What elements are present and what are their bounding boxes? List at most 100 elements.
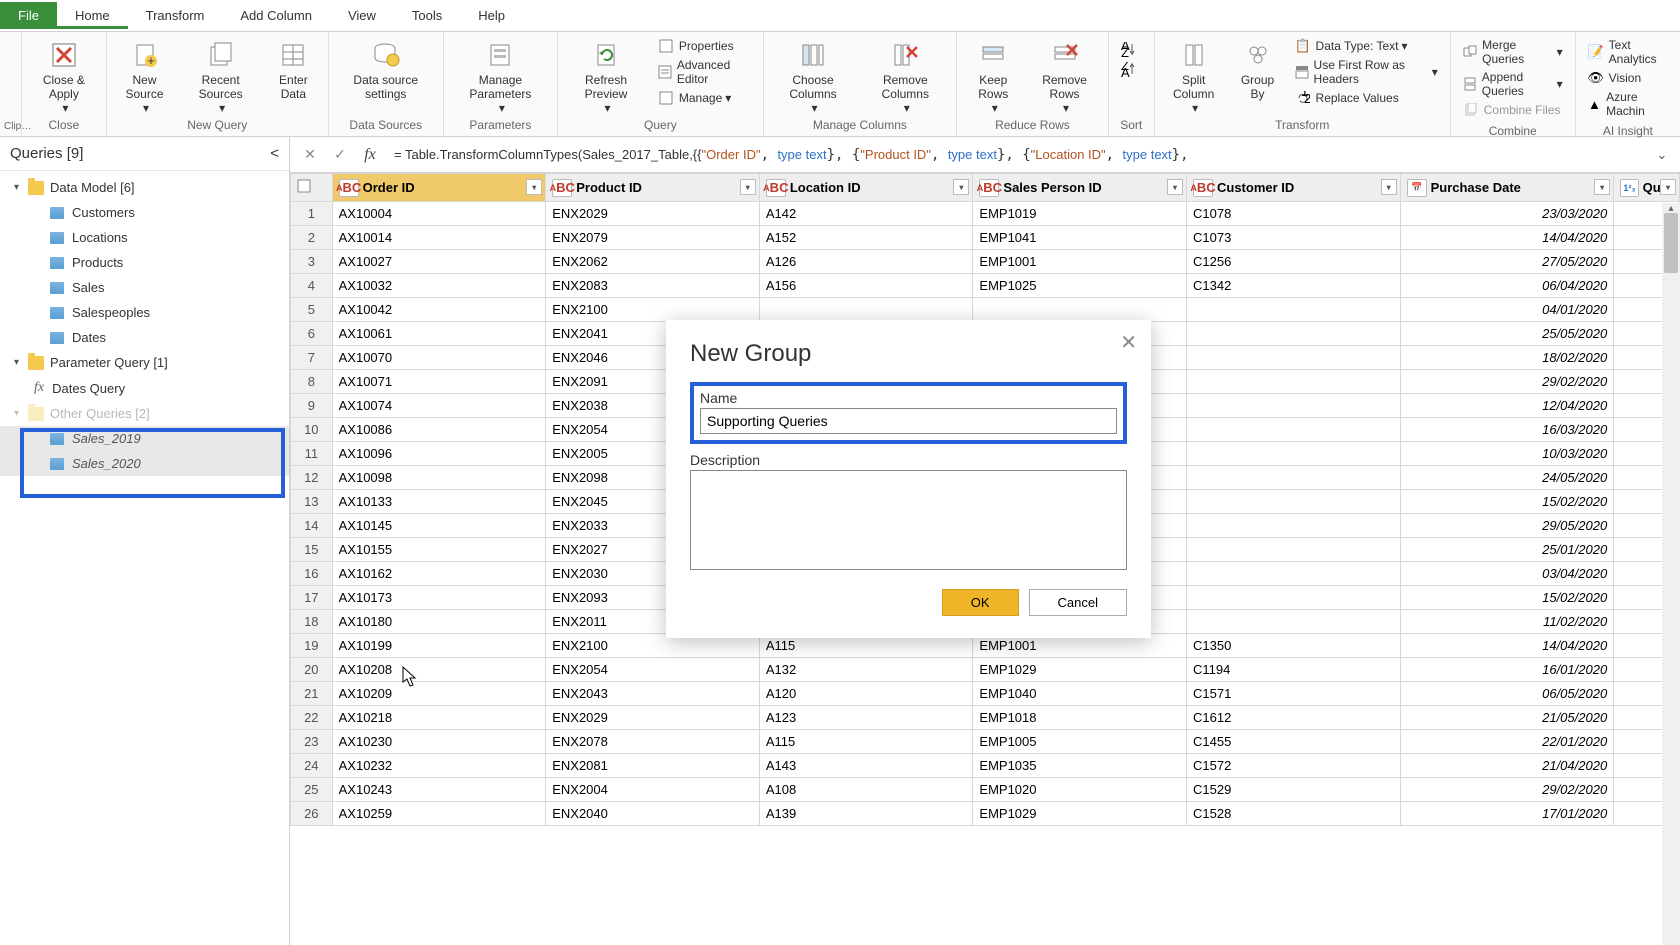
row-number[interactable]: 10 xyxy=(291,418,333,442)
row-number[interactable]: 5 xyxy=(291,298,333,322)
column-header[interactable]: 📅Purchase Date▾ xyxy=(1400,174,1614,202)
new-source-button[interactable]: +New Source▾ xyxy=(111,34,179,116)
tab-view[interactable]: View xyxy=(330,2,394,29)
cell[interactable]: AX10096 xyxy=(332,442,546,466)
cell[interactable]: C1572 xyxy=(1187,754,1401,778)
filter-button[interactable]: ▾ xyxy=(526,179,542,195)
cell[interactable]: C1350 xyxy=(1187,634,1401,658)
table-row[interactable]: 4AX10032ENX2083A156EMP1025C134206/04/202… xyxy=(291,274,1680,298)
row-number[interactable]: 11 xyxy=(291,442,333,466)
recent-sources-button[interactable]: Recent Sources▾ xyxy=(178,34,263,116)
remove-rows-button[interactable]: Remove Rows▾ xyxy=(1025,34,1103,116)
cell[interactable]: A142 xyxy=(759,202,973,226)
cell[interactable]: EMP1029 xyxy=(973,658,1187,682)
cell[interactable]: C1194 xyxy=(1187,658,1401,682)
select-all-corner[interactable] xyxy=(291,174,333,202)
formula-text[interactable]: = Table.TransformColumnTypes(Sales_2017_… xyxy=(388,147,1652,163)
cell[interactable]: AX10004 xyxy=(332,202,546,226)
row-number[interactable]: 4 xyxy=(291,274,333,298)
tree-item[interactable]: Sales xyxy=(0,275,289,300)
cell[interactable]: 29/02/2020 xyxy=(1400,778,1614,802)
tree-group-datamodel[interactable]: ▾Data Model [6] xyxy=(0,175,289,200)
filter-button[interactable]: ▾ xyxy=(1594,179,1610,195)
cell[interactable]: 11/02/2020 xyxy=(1400,610,1614,634)
filter-button[interactable]: ▾ xyxy=(1381,179,1397,195)
cell[interactable]: 15/02/2020 xyxy=(1400,586,1614,610)
tab-home[interactable]: Home xyxy=(57,2,128,29)
sort-asc-button[interactable]: AZ xyxy=(1117,40,1146,60)
table-row[interactable]: 22AX10218ENX2029A123EMP1018C161221/05/20… xyxy=(291,706,1680,730)
tab-file[interactable]: File xyxy=(0,2,57,29)
cell[interactable]: AX10209 xyxy=(332,682,546,706)
vertical-scrollbar[interactable]: ▴ xyxy=(1662,203,1680,945)
cell[interactable]: AX10243 xyxy=(332,778,546,802)
row-number[interactable]: 7 xyxy=(291,346,333,370)
tree-item[interactable]: Salespeoples xyxy=(0,300,289,325)
cell[interactable]: 06/05/2020 xyxy=(1400,682,1614,706)
column-header[interactable]: ABCSales Person ID▾ xyxy=(973,174,1187,202)
cell[interactable]: 14/04/2020 xyxy=(1400,226,1614,250)
column-header[interactable]: ABCCustomer ID▾ xyxy=(1187,174,1401,202)
filter-button[interactable]: ▾ xyxy=(1660,179,1676,195)
cell[interactable]: A115 xyxy=(759,730,973,754)
cell[interactable]: AX10218 xyxy=(332,706,546,730)
cell[interactable]: AX10162 xyxy=(332,562,546,586)
cell[interactable]: A126 xyxy=(759,250,973,274)
cell[interactable]: 25/01/2020 xyxy=(1400,538,1614,562)
tree-item[interactable]: Products xyxy=(0,250,289,275)
filter-button[interactable]: ▾ xyxy=(1167,179,1183,195)
table-row[interactable]: 2AX10014ENX2079A152EMP1041C107314/04/202… xyxy=(291,226,1680,250)
cell[interactable]: ENX2081 xyxy=(546,754,760,778)
row-number[interactable]: 8 xyxy=(291,370,333,394)
cell[interactable] xyxy=(759,298,973,322)
cell[interactable]: A139 xyxy=(759,802,973,826)
column-header[interactable]: ABCOrder ID▾ xyxy=(332,174,546,202)
cell[interactable]: AX10199 xyxy=(332,634,546,658)
cell[interactable]: 22/01/2020 xyxy=(1400,730,1614,754)
data-type-button[interactable]: 📋Data Type: Text▾ xyxy=(1291,36,1442,56)
keep-rows-button[interactable]: Keep Rows▾ xyxy=(961,34,1025,116)
tab-tools[interactable]: Tools xyxy=(394,2,460,29)
cell[interactable]: C1571 xyxy=(1187,682,1401,706)
tree-item-sales2019[interactable]: Sales_2019 xyxy=(0,426,289,451)
cell[interactable]: EMP1019 xyxy=(973,202,1187,226)
append-queries-button[interactable]: Append Queries▾ xyxy=(1459,68,1567,100)
advanced-editor-button[interactable]: Advanced Editor xyxy=(654,56,755,88)
cell[interactable]: 12/04/2020 xyxy=(1400,394,1614,418)
cell[interactable]: 27/05/2020 xyxy=(1400,250,1614,274)
row-number[interactable]: 15 xyxy=(291,538,333,562)
tree-group-other[interactable]: ▾Other Queries [2] xyxy=(0,401,289,426)
cell[interactable]: AX10180 xyxy=(332,610,546,634)
group-name-input[interactable] xyxy=(700,408,1117,434)
row-number[interactable]: 1 xyxy=(291,202,333,226)
cell[interactable]: 15/02/2020 xyxy=(1400,490,1614,514)
cell[interactable]: 21/04/2020 xyxy=(1400,754,1614,778)
fx-button[interactable]: fx xyxy=(358,143,382,167)
cell[interactable] xyxy=(973,298,1187,322)
cell[interactable] xyxy=(1187,394,1401,418)
cell[interactable]: A123 xyxy=(759,706,973,730)
cell[interactable]: 29/02/2020 xyxy=(1400,370,1614,394)
cell[interactable]: AX10232 xyxy=(332,754,546,778)
row-number[interactable]: 14 xyxy=(291,514,333,538)
cell[interactable]: ENX2083 xyxy=(546,274,760,298)
cell[interactable]: 03/04/2020 xyxy=(1400,562,1614,586)
table-row[interactable]: 26AX10259ENX2040A139EMP1029C152817/01/20… xyxy=(291,802,1680,826)
cell[interactable]: ENX2062 xyxy=(546,250,760,274)
table-row[interactable]: 20AX10208ENX2054A132EMP1029C119416/01/20… xyxy=(291,658,1680,682)
cell[interactable]: EMP1041 xyxy=(973,226,1187,250)
cell[interactable]: A132 xyxy=(759,658,973,682)
row-number[interactable]: 16 xyxy=(291,562,333,586)
row-number[interactable]: 17 xyxy=(291,586,333,610)
cell[interactable] xyxy=(1187,490,1401,514)
cell[interactable]: AX10061 xyxy=(332,322,546,346)
cell[interactable]: A120 xyxy=(759,682,973,706)
row-number[interactable]: 20 xyxy=(291,658,333,682)
cell[interactable] xyxy=(1187,442,1401,466)
cell[interactable] xyxy=(1187,610,1401,634)
tree-item-datesquery[interactable]: fxDates Query xyxy=(0,375,289,401)
tab-help[interactable]: Help xyxy=(460,2,523,29)
cell[interactable]: AX10071 xyxy=(332,370,546,394)
tab-transform[interactable]: Transform xyxy=(128,2,223,29)
cell[interactable]: ENX2043 xyxy=(546,682,760,706)
